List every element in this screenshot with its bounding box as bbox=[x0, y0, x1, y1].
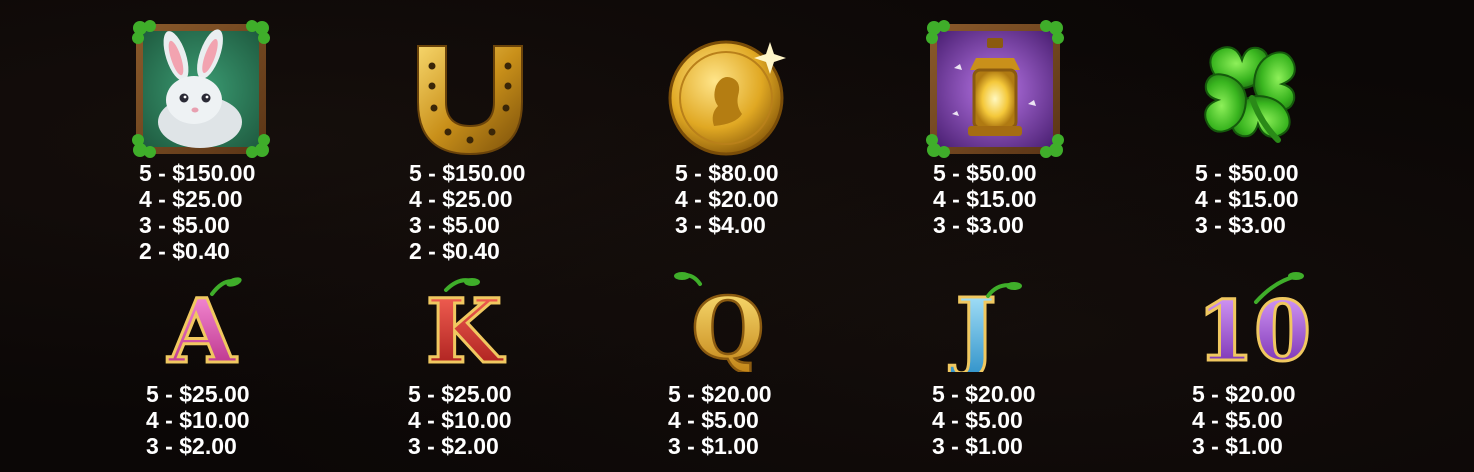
pay-line: 5 - $20.00 bbox=[1192, 381, 1296, 407]
paytable-rabbit: 5 - $150.00 4 - $25.00 3 - $5.00 2 - $0.… bbox=[139, 160, 255, 264]
paytable-10: 5 - $20.00 4 - $5.00 3 - $1.00 bbox=[1192, 381, 1296, 459]
paytable-q: 5 - $20.00 4 - $5.00 3 - $1.00 bbox=[668, 381, 772, 459]
golden-horseshoe-icon bbox=[417, 45, 523, 156]
pay-line: 3 - $1.00 bbox=[668, 433, 759, 459]
pay-line: 3 - $5.00 bbox=[409, 212, 500, 238]
pay-line: 4 - $5.00 bbox=[932, 407, 1023, 433]
pay-line: 5 - $80.00 bbox=[675, 160, 779, 186]
pay-line: 4 - $10.00 bbox=[146, 407, 250, 433]
pay-line: 3 - $4.00 bbox=[675, 212, 766, 238]
white-rabbit-icon bbox=[132, 20, 270, 158]
pay-line: 3 - $3.00 bbox=[1195, 212, 1286, 238]
paytable-j: 5 - $20.00 4 - $5.00 3 - $1.00 bbox=[932, 381, 1036, 459]
pay-line: 5 - $20.00 bbox=[668, 381, 772, 407]
paytable-k: 5 - $25.00 4 - $10.00 3 - $2.00 bbox=[408, 381, 512, 459]
number-10: 10 bbox=[1197, 284, 1311, 372]
pay-line: 2 - $0.40 bbox=[409, 238, 500, 264]
pay-line: 5 - $150.00 bbox=[409, 160, 526, 186]
letter-q: Q bbox=[691, 279, 764, 372]
pay-line: 5 - $25.00 bbox=[146, 381, 250, 407]
pay-line: 5 - $50.00 bbox=[933, 160, 1037, 186]
pay-line: 4 - $25.00 bbox=[409, 186, 513, 212]
paytable-clover: 5 - $50.00 4 - $15.00 3 - $3.00 bbox=[1195, 160, 1299, 238]
letter-a: A bbox=[167, 279, 238, 372]
letter-k: K bbox=[426, 279, 506, 372]
pay-line: 5 - $50.00 bbox=[1195, 160, 1299, 186]
letter-a-icon: A bbox=[165, 277, 242, 372]
pay-line: 3 - $1.00 bbox=[1192, 433, 1283, 459]
paytable-horseshoe: 5 - $150.00 4 - $25.00 3 - $5.00 2 - $0.… bbox=[409, 160, 525, 264]
pay-line: 3 - $2.00 bbox=[146, 433, 237, 459]
number-10-icon: 10 bbox=[1196, 272, 1313, 372]
four-leaf-clover-icon bbox=[1204, 46, 1296, 143]
pay-line: 4 - $10.00 bbox=[408, 407, 512, 433]
letter-k-icon: K bbox=[424, 278, 507, 373]
pay-line: 4 - $5.00 bbox=[668, 407, 759, 433]
paytable-lantern: 5 - $50.00 4 - $15.00 3 - $3.00 bbox=[933, 160, 1037, 238]
pay-line: 3 - $1.00 bbox=[932, 433, 1023, 459]
pay-line: 4 - $15.00 bbox=[1195, 186, 1299, 212]
pay-line: 5 - $25.00 bbox=[408, 381, 512, 407]
pay-line: 5 - $150.00 bbox=[139, 160, 256, 186]
letter-j-icon: J bbox=[947, 279, 1022, 372]
pay-line: 3 - $5.00 bbox=[139, 212, 230, 238]
pay-line: 2 - $0.40 bbox=[139, 238, 230, 264]
pay-line: 4 - $5.00 bbox=[1192, 407, 1283, 433]
pay-line: 3 - $2.00 bbox=[408, 433, 499, 459]
paytable-panel: 5 - $150.00 4 - $25.00 3 - $5.00 2 - $0.… bbox=[0, 0, 1474, 472]
pay-line: 4 - $25.00 bbox=[139, 186, 243, 212]
pay-line: 5 - $20.00 bbox=[932, 381, 1036, 407]
pay-line: 4 - $20.00 bbox=[675, 186, 779, 212]
pay-line: 3 - $3.00 bbox=[933, 212, 1024, 238]
pay-line: 4 - $15.00 bbox=[933, 186, 1037, 212]
lantern-icon bbox=[926, 20, 1064, 158]
gold-coin-icon bbox=[668, 40, 786, 156]
letter-q-icon: Q bbox=[674, 272, 766, 372]
paytable-coin: 5 - $80.00 4 - $20.00 3 - $4.00 bbox=[675, 160, 779, 238]
paytable-a: 5 - $25.00 4 - $10.00 3 - $2.00 bbox=[146, 381, 250, 459]
